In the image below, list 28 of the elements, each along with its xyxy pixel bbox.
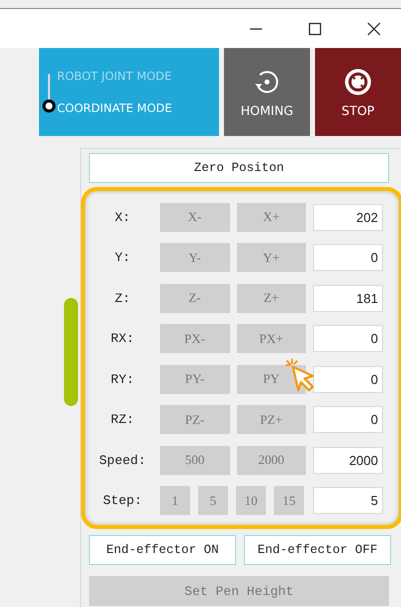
value-field[interactable]: 202 (313, 204, 383, 231)
end-effector-button[interactable]: End-effector OFF (244, 535, 391, 565)
stop-button[interactable]: STOP (315, 48, 401, 136)
mode-switch[interactable]: ROBOT JOINT MODE COORDINATE MODE (39, 48, 219, 136)
end-effector-button[interactable]: End-effector ON (89, 535, 236, 565)
axis-label: RY: (110, 372, 136, 387)
axis-label: X: (114, 210, 132, 225)
value-field[interactable]: 0 (313, 244, 383, 272)
mode-option[interactable]: COORDINATE MODE (57, 101, 172, 115)
value-field[interactable]: 5 (313, 487, 383, 514)
axis-label: RZ: (110, 412, 136, 428)
value-field[interactable]: 0 (313, 406, 383, 434)
value-field[interactable]: 0 (313, 366, 383, 393)
scrollbar-thumb[interactable] (64, 298, 78, 406)
value-field[interactable]: 2000 (313, 446, 383, 474)
axis-label: Y: (114, 250, 132, 266)
axis-label: Step: (102, 493, 143, 508)
axis-label: Z: (114, 290, 132, 306)
stop-icon (343, 66, 373, 96)
value-field[interactable]: 0 (313, 325, 383, 352)
axis-label: Speed: (98, 452, 147, 468)
zero-position-button[interactable]: Zero Positon (89, 153, 389, 183)
homing-button[interactable]: HOMING (224, 48, 310, 136)
maximize-icon[interactable] (308, 22, 322, 36)
value-field[interactable]: 181 (313, 284, 383, 312)
axis-label: RX: (110, 331, 136, 346)
close-icon[interactable] (367, 22, 381, 36)
mode-option[interactable]: ROBOT JOINT MODE (57, 69, 172, 83)
